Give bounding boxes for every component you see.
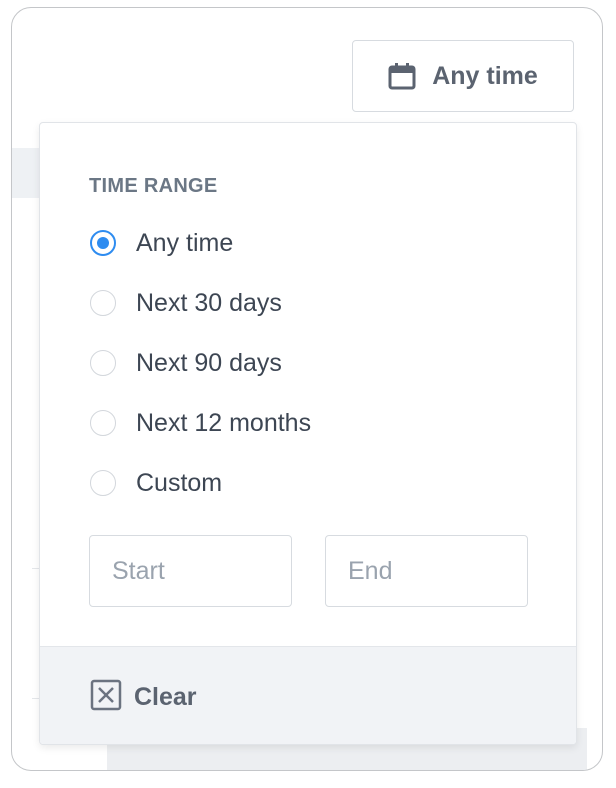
option-label: Custom bbox=[136, 468, 223, 497]
option-label: Next 30 days bbox=[136, 288, 282, 317]
clear-button[interactable]: Clear bbox=[90, 679, 197, 716]
option-label: Next 12 months bbox=[136, 408, 312, 437]
option-any-time[interactable]: Any time bbox=[90, 223, 233, 263]
time-range-dropdown-button[interactable]: Any time bbox=[352, 40, 574, 112]
option-next-90-days[interactable]: Next 90 days bbox=[90, 343, 282, 383]
radio-button[interactable] bbox=[90, 290, 116, 316]
option-label: Next 90 days bbox=[136, 348, 282, 377]
end-date-input[interactable] bbox=[325, 535, 528, 607]
option-next-30-days[interactable]: Next 30 days bbox=[90, 283, 282, 323]
clear-label: Clear bbox=[134, 683, 197, 711]
close-box-icon bbox=[90, 679, 122, 716]
option-custom[interactable]: Custom bbox=[90, 463, 222, 503]
time-range-dropdown-panel: TIME RANGE Any time Next 30 days Next 90… bbox=[39, 122, 577, 745]
radio-button[interactable] bbox=[90, 350, 116, 376]
radio-button[interactable] bbox=[90, 470, 116, 496]
dropdown-footer: Clear bbox=[40, 646, 576, 744]
section-title: TIME RANGE bbox=[89, 175, 218, 197]
option-next-12-months[interactable]: Next 12 months bbox=[90, 403, 311, 443]
option-label: Any time bbox=[136, 228, 234, 257]
radio-button[interactable] bbox=[90, 410, 116, 436]
calendar-icon bbox=[388, 62, 416, 90]
radio-button-checked[interactable] bbox=[90, 230, 116, 256]
start-date-input[interactable] bbox=[89, 535, 292, 607]
time-range-button-label: Any time bbox=[432, 61, 538, 90]
